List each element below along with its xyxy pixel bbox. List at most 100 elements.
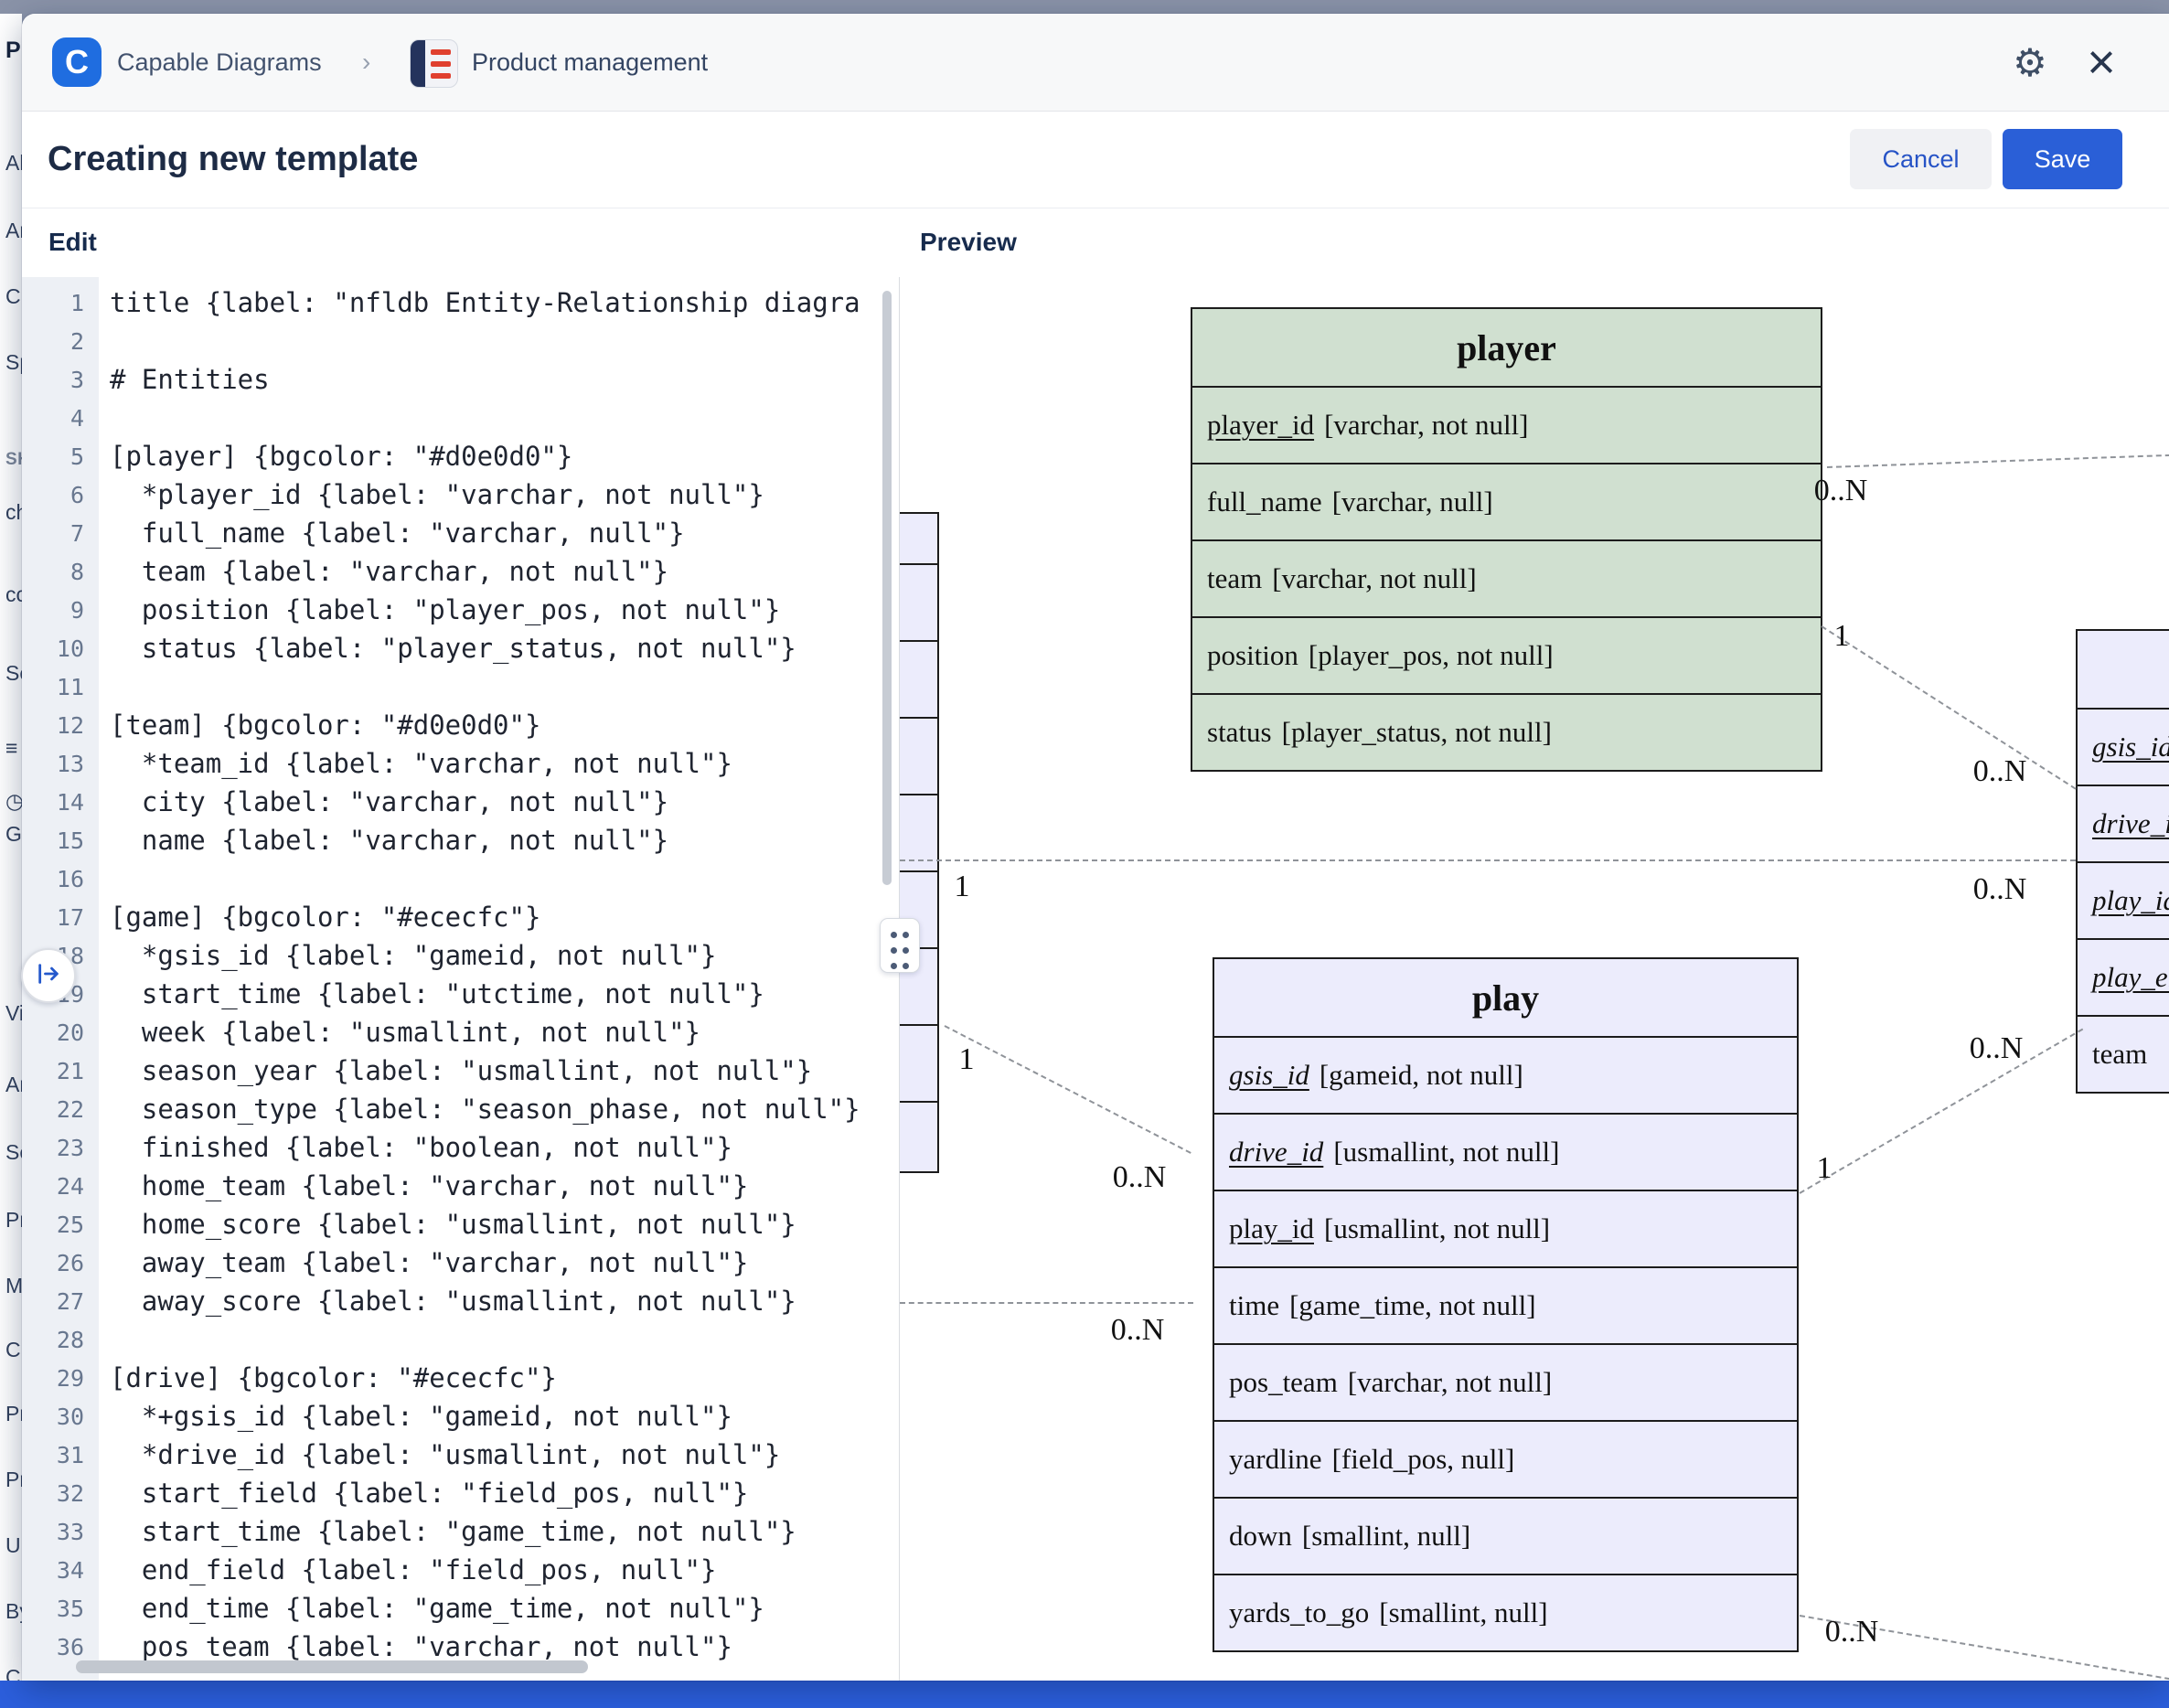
line-number: 13 (22, 751, 99, 777)
line-number: 34 (22, 1557, 99, 1584)
entity-row: player_id[varchar, not null] (1192, 386, 1821, 463)
sidebar-fragment: SH (5, 450, 22, 470)
line-number: 29 (22, 1365, 99, 1392)
dialog-title-row: Creating new template Cancel Save (22, 111, 2169, 208)
code-line: 9 position {label: "player_pos, not null… (22, 591, 899, 629)
code-line: 32 start_field {label: "field_pos, null"… (22, 1474, 899, 1512)
entity-row: drive_id[usmallint, not null] (1214, 1113, 1797, 1190)
sidebar-fragment: An (5, 219, 22, 243)
line-number: 2 (22, 328, 99, 355)
sidebar-fragment: U (5, 1533, 21, 1558)
settings-gear-icon[interactable]: ⚙ (2004, 14, 2056, 111)
code-line: 30 *+gsis_id {label: "gameid, not null"} (22, 1397, 899, 1436)
column-name: gsis_id (1229, 1059, 1309, 1092)
sidebar-fragment: C (5, 1665, 21, 1681)
cardinality-label: 0..N (1973, 754, 2027, 789)
drag-dots-icon (891, 932, 897, 938)
line-number: 23 (22, 1135, 99, 1161)
cardinality-label: 0..N (1970, 1031, 2024, 1066)
template-editor-dialog: C Capable Diagrams › Product management … (22, 14, 2169, 1681)
sidebar-fragment: Al (5, 151, 22, 176)
column-name: drive_id (2092, 807, 2169, 840)
split-drag-handle[interactable] (880, 918, 920, 973)
line-number: 20 (22, 1019, 99, 1046)
code-editor[interactable]: 1title {label: "nfldb Entity-Relationshi… (22, 277, 899, 1681)
line-number: 28 (22, 1327, 99, 1353)
code-line: 7 full_name {label: "varchar, null"} (22, 514, 899, 552)
page-icon-spine (411, 40, 425, 87)
entity-row-divider (900, 717, 937, 719)
code-text: [team] {bgcolor: "#d0e0d0"} (99, 710, 540, 741)
code-line: 27 away_score {label: "usmallint, not nu… (22, 1282, 899, 1320)
save-button[interactable]: Save (2003, 129, 2122, 189)
entity-title (2078, 631, 2169, 708)
sidebar-fragment: Pr (5, 37, 22, 64)
column-type: [varchar, null] (1332, 486, 1493, 518)
code-line: 22 season_type {label: "season_phase, no… (22, 1090, 899, 1128)
code-text: pos_team {label: "varchar, not null"} (99, 1631, 732, 1662)
entity-row-divider (900, 1024, 937, 1026)
line-number: 12 (22, 712, 99, 739)
entity-row: full_name[varchar, null] (1192, 463, 1821, 539)
code-text: city {label: "varchar, not null"} (99, 786, 668, 817)
line-number: 27 (22, 1288, 99, 1315)
code-line: 6 *player_id {label: "varchar, not null"… (22, 475, 899, 514)
code-text: home_score {label: "usmallint, not null"… (99, 1209, 796, 1240)
column-name: down (1229, 1520, 1292, 1553)
code-text: [game] {bgcolor: "#ececfc"} (99, 902, 540, 933)
entity-row-divider (900, 794, 937, 795)
entity-table-partial-left (900, 512, 939, 1173)
code-line: 24 home_team {label: "varchar, not null"… (22, 1167, 899, 1205)
line-number: 22 (22, 1096, 99, 1123)
screen: PrAlAnCSpSHchccSe≡◷GViAnSePrMCPrPrUByC C… (0, 0, 2169, 1708)
page-icon-stripe (431, 73, 451, 79)
relationship-edge (1799, 1029, 2083, 1194)
breadcrumb-app[interactable]: Capable Diagrams (117, 14, 322, 111)
sidebar-fragment: By (5, 1599, 22, 1624)
code-line: 31 *drive_id {label: "usmallint, not nul… (22, 1436, 899, 1474)
column-type: [varchar, not null] (1348, 1366, 1552, 1399)
code-text: *gsis_id {label: "gameid, not null"} (99, 940, 716, 971)
editor-vertical-scrollbar[interactable] (882, 291, 892, 885)
close-icon[interactable]: × (2076, 14, 2127, 111)
code-text: status {label: "player_status, not null"… (99, 633, 796, 664)
column-name: status (1207, 716, 1272, 749)
line-number: 30 (22, 1404, 99, 1430)
code-text: title {label: "nfldb Entity-Relationship… (99, 287, 860, 318)
breadcrumb-page[interactable]: Product management (472, 14, 708, 111)
entity-row: play_id[usmallint, not null] (1214, 1190, 1797, 1266)
sidebar-fragment: Se (5, 1140, 22, 1165)
code-line: 16 (22, 859, 899, 898)
sidebar-expand-button[interactable] (21, 948, 76, 1003)
entity-row-divider (900, 563, 937, 565)
sidebar-fragment: Sp (5, 350, 22, 375)
sidebar-fragment: ◷ (5, 789, 22, 814)
preview-panel-label: Preview (920, 208, 1017, 277)
code-line: 23 finished {label: "boolean, not null"} (22, 1128, 899, 1167)
code-text: *player_id {label: "varchar, not null"} (99, 479, 764, 510)
editor-horizontal-scrollbar[interactable] (76, 1660, 588, 1673)
line-number: 31 (22, 1442, 99, 1468)
entity-table-play: play gsis_id[gameid, not null]drive_id[u… (1213, 957, 1799, 1652)
line-number: 9 (22, 597, 99, 624)
code-text: # Entities (99, 364, 270, 395)
code-line: 2 (22, 322, 899, 360)
code-line: 29[drive] {bgcolor: "#ececfc"} (22, 1359, 899, 1397)
code-line: 20 week {label: "usmallint, not null"} (22, 1013, 899, 1051)
column-name: play_er_id (2092, 961, 2169, 994)
cancel-button[interactable]: Cancel (1850, 129, 1992, 189)
dialog-header: C Capable Diagrams › Product management … (22, 14, 2169, 112)
entity-row: pos_team[varchar, not null] (1214, 1343, 1797, 1420)
page-icon-stripe (431, 61, 451, 67)
sidebar-fragment: Se (5, 661, 22, 686)
code-line: 10 status {label: "player_status, not nu… (22, 629, 899, 667)
split-content: 1title {label: "nfldb Entity-Relationshi… (22, 277, 2169, 1681)
code-text: finished {label: "boolean, not null"} (99, 1132, 732, 1163)
sidebar-fragment: Pr (5, 1468, 22, 1492)
code-text: season_type {label: "season_phase, not n… (99, 1094, 860, 1125)
code-text: team {label: "varchar, not null"} (99, 556, 668, 587)
column-type: [usmallint, not null] (1324, 1212, 1550, 1245)
column-name: position (1207, 639, 1298, 672)
code-line: 11 (22, 667, 899, 706)
code-text: [drive] {bgcolor: "#ececfc"} (99, 1362, 557, 1393)
